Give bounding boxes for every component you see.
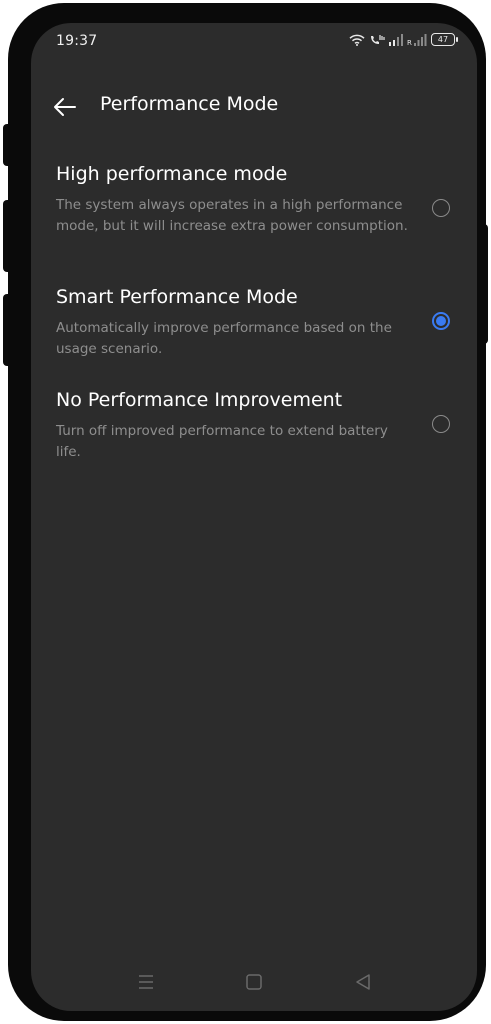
option-title: High performance mode	[56, 163, 288, 185]
nav-back-button[interactable]	[348, 967, 378, 997]
volte-call-icon	[369, 34, 385, 46]
home-icon	[246, 974, 262, 990]
svg-text:R: R	[407, 39, 412, 46]
status-icons: R 47	[349, 33, 458, 46]
back-button[interactable]	[51, 93, 79, 121]
battery-icon: 47	[431, 33, 458, 46]
option-no-performance-improvement[interactable]: No Performance Improvement Turn off impr…	[31, 389, 477, 460]
phone-frame: 19:37 R 47 Performance Mode High perform…	[8, 3, 486, 1021]
radio-button-high-performance[interactable]	[432, 199, 450, 217]
radio-button-no-performance-improvement[interactable]	[432, 415, 450, 433]
status-bar: 19:37 R 47	[31, 23, 477, 59]
menu-button[interactable]	[131, 967, 161, 997]
option-smart-performance[interactable]: Smart Performance Mode Automatically imp…	[31, 286, 477, 357]
page-title: Performance Mode	[100, 93, 279, 115]
status-time: 19:37	[56, 33, 98, 49]
option-high-performance[interactable]: High performance mode The system always …	[31, 163, 477, 257]
radio-button-smart-performance[interactable]	[432, 312, 450, 330]
menu-icon	[139, 975, 153, 989]
home-button[interactable]	[239, 967, 269, 997]
option-description: Automatically improve performance based …	[56, 320, 392, 357]
arrow-left-icon	[54, 98, 76, 116]
app-bar: Performance Mode	[31, 87, 477, 127]
back-triangle-icon	[356, 974, 370, 990]
option-description: Turn off improved performance to extend …	[56, 423, 388, 460]
option-title: No Performance Improvement	[56, 389, 343, 411]
roaming-signal-icon: R	[407, 33, 427, 46]
option-title: Smart Performance Mode	[56, 286, 298, 308]
signal-icon	[389, 33, 403, 46]
screen: 19:37 R 47 Performance Mode High perform…	[31, 23, 477, 1011]
navigation-bar	[31, 967, 477, 997]
option-description: The system always operates in a high per…	[56, 197, 408, 234]
wifi-icon	[349, 34, 365, 46]
